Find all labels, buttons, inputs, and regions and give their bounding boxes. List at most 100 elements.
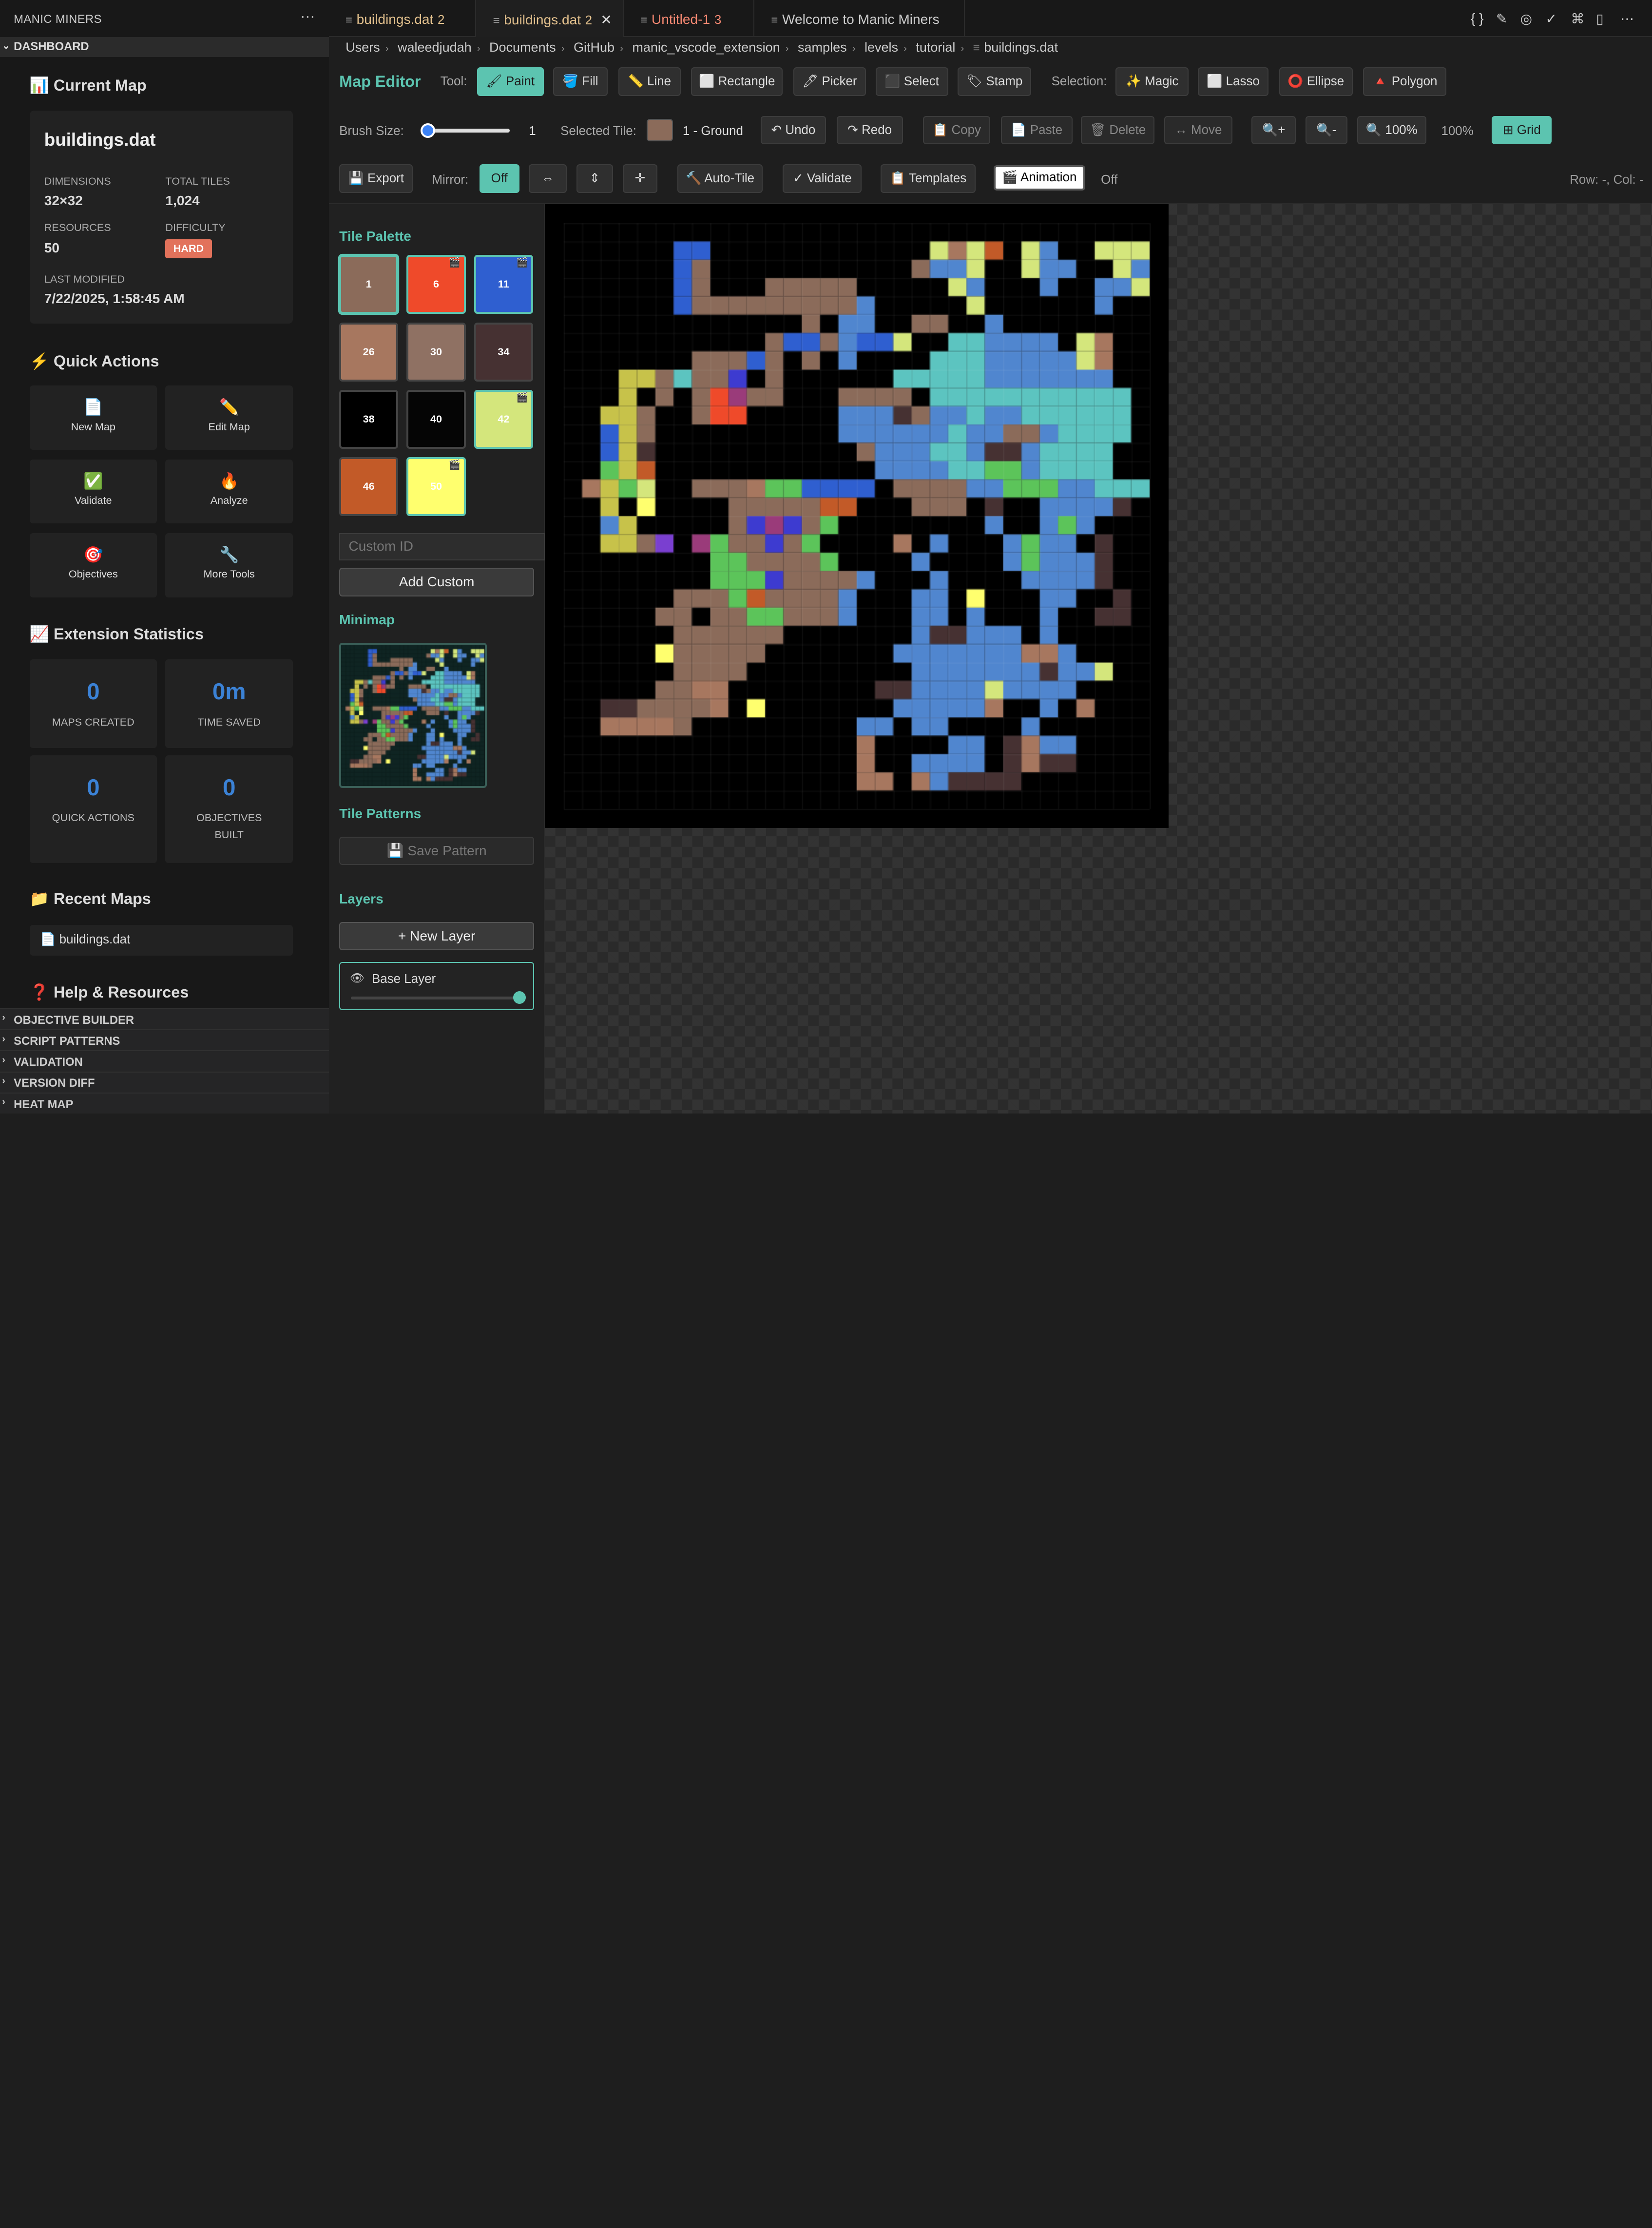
breadcrumb-item[interactable]: GitHub xyxy=(574,40,615,55)
new-map-button[interactable]: 📄 New Map xyxy=(29,385,157,450)
palette-tile-30[interactable]: 30 xyxy=(406,322,466,382)
zoom-in-button[interactable]: 🔍+ xyxy=(1251,115,1296,145)
close-icon[interactable]: ✕ xyxy=(600,12,612,27)
palette-tile-40[interactable]: 40 xyxy=(406,389,466,449)
select-tool-button[interactable]: ⬛ Select xyxy=(875,67,948,96)
breadcrumb-item[interactable]: levels xyxy=(864,40,898,55)
breadcrumb-item[interactable]: Documents xyxy=(489,40,556,55)
section-validation[interactable]: › VALIDATION xyxy=(0,1050,329,1072)
mirror-off-button[interactable]: Off xyxy=(479,164,519,193)
validate-label: Validate xyxy=(75,494,112,506)
quick-actions-heading: ⚡ Quick Actions xyxy=(29,352,159,370)
section-version-diff[interactable]: › VERSION DIFF xyxy=(0,1071,329,1093)
validate-button[interactable]: ✅ Validate xyxy=(29,459,157,524)
lasso-selection-button[interactable]: ⬜ Lasso xyxy=(1198,67,1268,96)
edit-map-button[interactable]: ✏️ Edit Map xyxy=(165,385,293,450)
pen-icon[interactable]: ✎ xyxy=(1496,11,1508,27)
magic-selection-button[interactable]: ✨ Magic xyxy=(1115,67,1189,96)
validate-map-button[interactable]: ✓ Validate xyxy=(783,164,862,193)
layer-opacity-handle[interactable] xyxy=(513,991,526,1004)
braces-icon[interactable]: { } xyxy=(1471,11,1484,26)
palette-tile-1[interactable]: 1 xyxy=(339,255,399,314)
recent-map-item[interactable]: 📄 buildings.dat xyxy=(29,925,293,956)
polygon-selection-button[interactable]: 🔺 Polygon xyxy=(1363,67,1447,96)
dimensions-label: DIMENSIONS xyxy=(44,174,111,187)
grid-toggle-button[interactable]: ⊞ Grid xyxy=(1492,115,1552,145)
save-pattern-button[interactable]: 💾 Save Pattern xyxy=(339,836,535,865)
delete-button[interactable]: 🗑 Delete xyxy=(1081,115,1155,145)
zoom-reset-button[interactable]: 🔍 100% xyxy=(1357,115,1427,145)
map-grid[interactable] xyxy=(544,204,1169,828)
tab-buildings-2[interactable]: ≡ buildings.dat 2 ✕ xyxy=(476,0,624,37)
paste-button[interactable]: 📄 Paste xyxy=(1000,115,1073,145)
more-tools-button[interactable]: 🔧 More Tools xyxy=(165,533,293,597)
more-icon[interactable]: ⋯ xyxy=(1620,11,1634,27)
templates-button[interactable]: 📋 Templates xyxy=(881,164,976,193)
check-icon[interactable]: ✓ xyxy=(1545,11,1557,27)
slider-handle[interactable] xyxy=(420,123,435,138)
palette-tile-11[interactable]: 🎬 11 xyxy=(474,255,533,314)
objectives-button[interactable]: 🎯 Objectives xyxy=(29,533,157,597)
animation-button[interactable]: 🎬 Animation xyxy=(993,165,1085,191)
eye-icon[interactable]: 👁 xyxy=(350,971,365,985)
move-button[interactable]: ↔ Move xyxy=(1164,115,1233,145)
undo-button[interactable]: ↶ Undo xyxy=(760,115,826,145)
redo-button[interactable]: ↷ Redo xyxy=(836,115,903,145)
picker-tool-button[interactable]: 🖊 Picker xyxy=(793,67,866,96)
auto-tile-button[interactable]: 🔨 Auto-Tile xyxy=(677,164,763,193)
map-canvas[interactable] xyxy=(544,204,1169,828)
breadcrumb-item[interactable]: manic_vscode_extension xyxy=(632,40,780,55)
minimap[interactable] xyxy=(339,642,487,788)
tab-badge: 3 xyxy=(714,13,722,27)
section-objective-builder[interactable]: › OBJECTIVE BUILDER xyxy=(0,1008,329,1030)
map-icon[interactable]: ⌘ xyxy=(1571,11,1584,27)
target-icon[interactable]: ◎ xyxy=(1520,11,1533,27)
help-heading: ❓ Help & Resources xyxy=(29,983,189,1001)
breadcrumb-item[interactable]: Users xyxy=(346,40,380,55)
paint-tool-button[interactable]: 🖌 Paint xyxy=(477,67,544,96)
zoom-out-button[interactable]: 🔍- xyxy=(1305,115,1348,145)
mirror-vertical-button[interactable]: ⇕ xyxy=(576,164,614,193)
copy-button[interactable]: 📋 Copy xyxy=(922,115,991,145)
palette-tile-46[interactable]: 46 xyxy=(339,457,399,517)
palette-tile-42[interactable]: 🎬 42 xyxy=(474,389,533,449)
chevron-right-icon: › xyxy=(2,1096,5,1108)
add-custom-button[interactable]: Add Custom xyxy=(339,568,535,596)
fill-tool-button[interactable]: 🪣 Fill xyxy=(553,67,608,96)
section-heat-map[interactable]: › HEAT MAP xyxy=(0,1092,329,1114)
analyze-button[interactable]: 🔥 Analyze xyxy=(165,459,293,524)
mirror-both-button[interactable]: ✛ xyxy=(622,164,657,193)
mirror-horizontal-button[interactable]: ⇔ xyxy=(529,164,567,193)
palette-tile-6[interactable]: 🎬 6 xyxy=(406,255,466,314)
breadcrumb-item[interactable]: tutorial xyxy=(916,40,955,55)
line-tool-button[interactable]: 📏 Line xyxy=(618,67,681,96)
difficulty-label: DIFFICULTY xyxy=(165,221,226,233)
palette-tile-34[interactable]: 34 xyxy=(474,322,533,382)
more-actions-icon[interactable]: ··· xyxy=(300,8,315,25)
dashboard-section-header[interactable]: ⌄ DASHBOARD xyxy=(0,37,329,57)
section-script-patterns[interactable]: › SCRIPT PATTERNS xyxy=(0,1029,329,1051)
breadcrumb-item[interactable]: samples xyxy=(798,40,847,55)
custom-id-input[interactable]: Custom ID xyxy=(339,533,545,561)
tile-id: 38 xyxy=(363,412,375,425)
split-editor-icon[interactable]: ▯ xyxy=(1596,11,1603,27)
rectangle-tool-button[interactable]: ⬜ Rectangle xyxy=(691,67,783,96)
layer-item-base[interactable]: 👁 Base Layer xyxy=(339,961,535,1011)
ellipse-selection-button[interactable]: ⭕ Ellipse xyxy=(1279,67,1353,96)
breadcrumb-item[interactable]: waleedjudah xyxy=(398,40,472,55)
breadcrumb-item[interactable]: buildings.dat xyxy=(984,40,1058,55)
export-button[interactable]: 💾 Export xyxy=(339,164,413,193)
palette-tile-26[interactable]: 26 xyxy=(339,322,399,382)
tab-buildings-1[interactable]: ≡ buildings.dat 2 xyxy=(329,0,477,37)
tile-id: 6 xyxy=(433,278,440,290)
new-layer-button[interactable]: + New Layer xyxy=(339,922,535,950)
palette-tile-38[interactable]: 38 xyxy=(339,389,399,449)
tab-untitled[interactable]: ≡ Untitled-1 3 xyxy=(624,0,754,37)
map-canvas-area[interactable] xyxy=(544,204,1652,1114)
palette-tile-50[interactable]: 🎬 50 xyxy=(406,457,466,517)
chevron-right-icon: › xyxy=(477,42,480,55)
dashboard-section-label: DASHBOARD xyxy=(14,40,89,54)
tab-welcome[interactable]: ≡ Welcome to Manic Miners xyxy=(754,0,965,37)
brush-size-slider[interactable] xyxy=(420,123,510,138)
stamp-tool-button[interactable]: 🏷 Stamp xyxy=(958,67,1032,96)
